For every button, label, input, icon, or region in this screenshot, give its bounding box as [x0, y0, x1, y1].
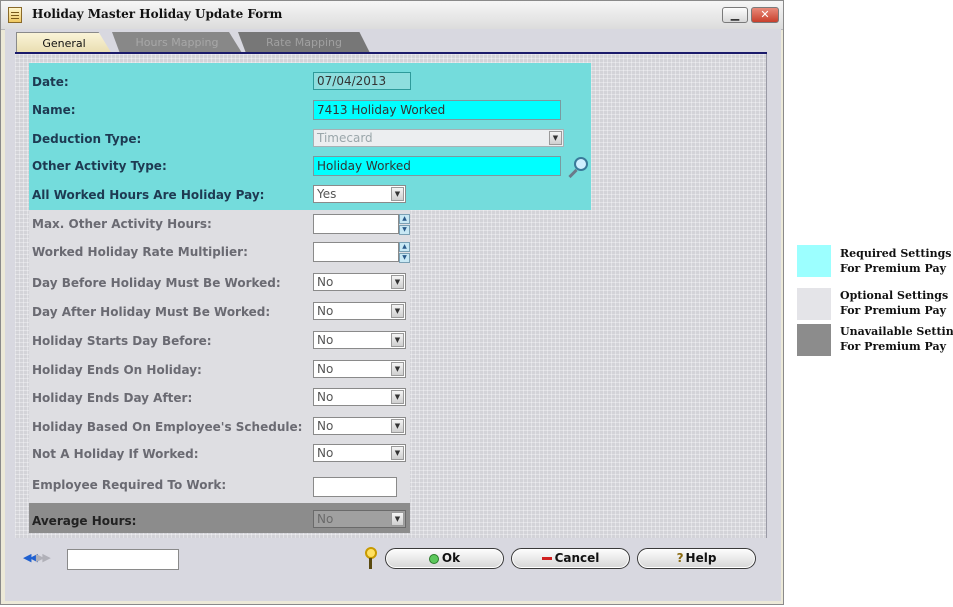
legend-unavailable-line2: For Premium Pay: [840, 340, 947, 353]
max-other-activity-spinner[interactable]: ▲ ▼: [399, 214, 410, 236]
legend-unavailable-text: Unavailable Settings For Premium Pay: [840, 324, 953, 354]
help-label: Help: [685, 551, 717, 565]
spin-up-icon[interactable]: ▲: [399, 242, 410, 252]
minus-icon: [541, 557, 552, 560]
chevron-down-icon: ▼: [391, 419, 404, 433]
cancel-button[interactable]: Cancel: [511, 548, 630, 569]
help-button[interactable]: ? Help: [637, 548, 756, 569]
chevron-down-icon: ▼: [391, 333, 404, 347]
all-worked-hours-label: All Worked Hours Are Holiday Pay:: [32, 188, 265, 202]
legend-required-line1: Required Settings: [840, 247, 952, 260]
ok-dot-icon: [428, 553, 439, 564]
chevron-down-icon: ▼: [391, 390, 404, 404]
average-hours-value: No: [317, 512, 334, 526]
employee-required-label: Employee Required To Work:: [32, 478, 227, 492]
ends-on-holiday-select[interactable]: No ▼: [313, 360, 406, 378]
name-input[interactable]: 7413 Holiday Worked: [313, 100, 561, 120]
magnifier-search-icon[interactable]: [566, 155, 590, 181]
legend-required-swatch: [797, 245, 831, 277]
first-record-icon[interactable]: ◀◀: [23, 551, 38, 564]
legend-optional-text: Optional Settings For Premium Pay: [840, 288, 948, 318]
max-other-activity-input[interactable]: [313, 214, 399, 234]
all-worked-hours-select[interactable]: Yes ▼: [313, 185, 406, 203]
based-on-schedule-select[interactable]: No ▼: [313, 417, 406, 435]
spin-down-icon[interactable]: ▼: [399, 253, 410, 263]
day-after-worked-label: Day After Holiday Must Be Worked:: [32, 305, 271, 319]
deduction-type-select: Timecard ▼: [313, 129, 564, 147]
legend-required-line2: For Premium Pay: [840, 262, 947, 275]
legend-required-text: Required Settings For Premium Pay: [840, 246, 952, 276]
legend-optional-line2: For Premium Pay: [840, 304, 947, 317]
ends-on-holiday-value: No: [317, 362, 334, 376]
date-field: 07/04/2013: [313, 72, 411, 90]
name-label: Name:: [32, 103, 76, 117]
rate-multiplier-input[interactable]: [313, 242, 399, 262]
question-icon: ?: [676, 551, 684, 565]
ok-button[interactable]: Ok: [385, 548, 504, 569]
average-hours-select: No ▼: [313, 510, 406, 528]
chevron-down-icon: ▼: [391, 446, 404, 460]
not-holiday-if-worked-select[interactable]: No ▼: [313, 444, 406, 462]
ends-day-after-label: Holiday Ends Day After:: [32, 391, 193, 405]
cancel-label: Cancel: [554, 551, 600, 565]
day-after-worked-select[interactable]: No ▼: [313, 302, 406, 320]
close-button[interactable]: ✕: [751, 7, 779, 23]
chevron-down-icon: ▼: [549, 131, 562, 145]
form-icon: [8, 7, 22, 23]
day-before-worked-select[interactable]: No ▼: [313, 273, 406, 291]
legend-optional-swatch: [797, 288, 831, 320]
next-record-icon[interactable]: ▶▶: [36, 551, 51, 564]
starts-day-before-label: Holiday Starts Day Before:: [32, 334, 212, 348]
day-after-worked-value: No: [317, 304, 334, 318]
window-title: Holiday Master Holiday Update Form: [32, 7, 283, 21]
minimize-button[interactable]: ▁: [722, 7, 748, 23]
record-search-input[interactable]: [67, 549, 179, 570]
record-nav: ◀◀▶▶: [23, 551, 51, 564]
tab-hours-mapping[interactable]: Hours Mapping: [112, 32, 242, 53]
average-hours-label: Average Hours:: [32, 514, 137, 528]
not-holiday-if-worked-value: No: [317, 446, 334, 460]
day-before-worked-label: Day Before Holiday Must Be Worked:: [32, 276, 281, 290]
legend-unavailable-swatch: [797, 324, 831, 356]
ends-day-after-value: No: [317, 390, 334, 404]
day-before-worked-value: No: [317, 275, 334, 289]
spin-up-icon[interactable]: ▲: [399, 214, 410, 224]
chevron-down-icon: ▼: [391, 512, 404, 526]
title-bar: Holiday Master Holiday Update Form ▁ ✕: [1, 1, 783, 30]
ok-label: Ok: [441, 551, 461, 565]
tab-rate-mapping[interactable]: Rate Mapping: [238, 32, 370, 53]
based-on-schedule-label: Holiday Based On Employee's Schedule:: [32, 420, 303, 434]
legend-optional-line1: Optional Settings: [840, 289, 949, 302]
rate-multiplier-label: Worked Holiday Rate Multiplier:: [32, 245, 248, 259]
other-activity-type-input[interactable]: Holiday Worked: [313, 156, 561, 176]
max-other-activity-label: Max. Other Activity Hours:: [32, 217, 212, 231]
ends-day-after-select[interactable]: No ▼: [313, 388, 406, 406]
employee-required-input[interactable]: [313, 477, 397, 497]
legend-unavailable-line1: Unavailable Settings: [840, 325, 953, 338]
rate-multiplier-spinner[interactable]: ▲ ▼: [399, 242, 410, 264]
deduction-type-label: Deduction Type:: [32, 132, 142, 146]
key-icon[interactable]: [364, 547, 377, 569]
date-label: Date:: [32, 75, 69, 89]
tab-general[interactable]: General: [16, 32, 112, 54]
starts-day-before-select[interactable]: No ▼: [313, 331, 406, 349]
based-on-schedule-value: No: [317, 419, 334, 433]
chevron-down-icon: ▼: [391, 187, 404, 201]
all-worked-hours-value: Yes: [317, 187, 337, 201]
ends-on-holiday-label: Holiday Ends On Holiday:: [32, 363, 202, 377]
starts-day-before-value: No: [317, 333, 334, 347]
chevron-down-icon: ▼: [391, 362, 404, 376]
spin-down-icon[interactable]: ▼: [399, 225, 410, 235]
deduction-type-value: Timecard: [317, 131, 373, 145]
not-holiday-if-worked-label: Not A Holiday If Worked:: [32, 447, 199, 461]
chevron-down-icon: ▼: [391, 275, 404, 289]
other-activity-type-label: Other Activity Type:: [32, 159, 167, 173]
chevron-down-icon: ▼: [391, 304, 404, 318]
